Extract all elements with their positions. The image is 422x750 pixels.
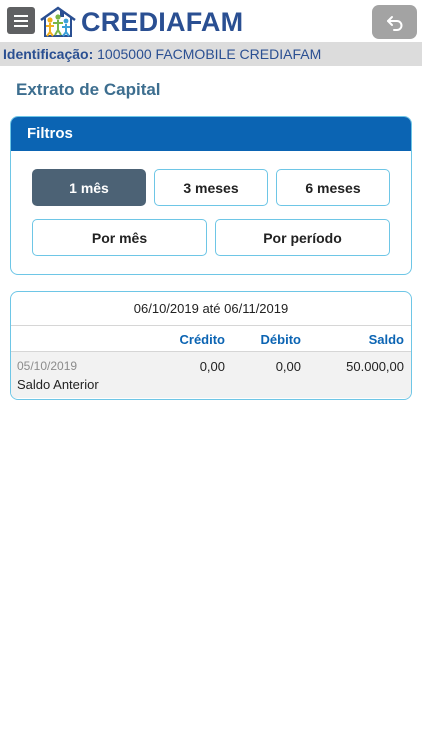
- row-date: 05/10/2019: [17, 359, 78, 373]
- family-house-logo: [40, 6, 76, 37]
- row-debito: 0,00: [275, 359, 301, 374]
- hamburger-menu-icon[interactable]: [7, 7, 35, 34]
- row-saldo: 50.000,00: [346, 359, 404, 374]
- filter-6-months-button[interactable]: 6 meses: [276, 169, 390, 206]
- table-row: 05/10/2019 Saldo Anterior 0,00 0,00 50.0…: [11, 352, 411, 398]
- statement-table-header: Crédito Débito Saldo: [11, 326, 411, 352]
- column-debito: Débito: [260, 332, 301, 347]
- identification-bar: Identificação: 1005000 FACMOBILE CREDIAF…: [0, 42, 422, 66]
- identification-label: Identificação:: [3, 46, 94, 62]
- column-credito: Crédito: [179, 332, 226, 347]
- column-saldo: Saldo: [368, 332, 404, 347]
- statement-card: 06/10/2019 até 06/11/2019 Crédito Débito…: [10, 291, 412, 400]
- filter-3-months-button[interactable]: 3 meses: [154, 169, 268, 206]
- back-button[interactable]: [372, 5, 417, 39]
- top-bar: CREDIAFAM: [0, 0, 422, 42]
- row-credito: 0,00: [199, 359, 225, 374]
- filter-by-month-button[interactable]: Por mês: [32, 219, 207, 256]
- statement-period: 06/10/2019 até 06/11/2019: [11, 292, 411, 326]
- filter-by-period-button[interactable]: Por período: [215, 219, 390, 256]
- brand-logo: CREDIAFAM: [38, 6, 243, 38]
- filters-header: Filtros: [11, 117, 411, 151]
- identification-value: 1005000 FACMOBILE CREDIAFAM: [97, 46, 322, 62]
- brand-name: CREDIAFAM: [81, 7, 244, 37]
- undo-arrow-icon: [386, 16, 402, 31]
- row-description: Saldo Anterior: [17, 377, 99, 392]
- filter-1-month-button[interactable]: 1 mês: [32, 169, 146, 206]
- page-title: Extrato de Capital: [16, 80, 161, 99]
